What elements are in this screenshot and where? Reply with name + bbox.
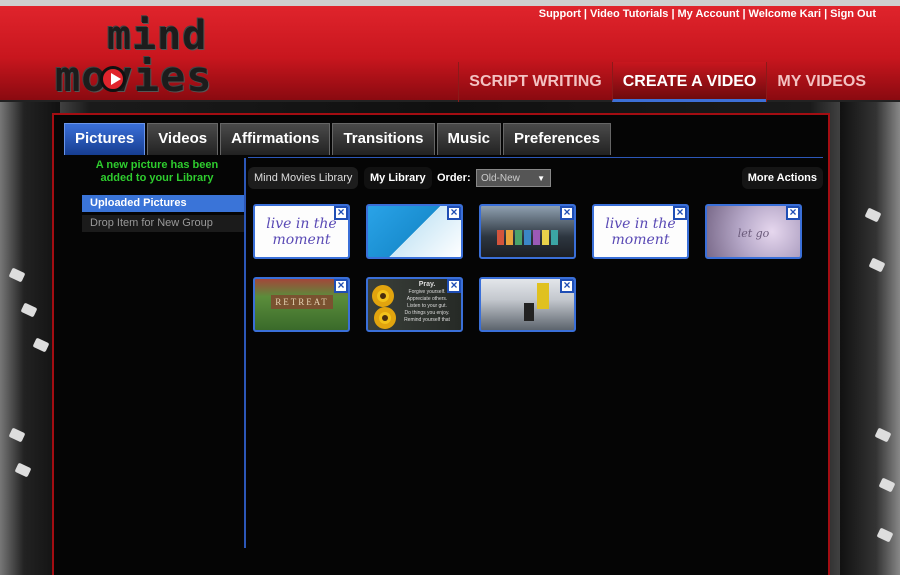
my-library-button[interactable]: My Library (364, 167, 432, 189)
more-actions-button[interactable]: More Actions (741, 167, 823, 189)
site-header: mind movies Support | Video Tutorials | My A… (0, 6, 900, 102)
video-tutorials-link[interactable]: Video Tutorials (590, 8, 668, 20)
thumbnail-let-go-hands[interactable]: let go × (705, 204, 802, 259)
thumbnail-live-in-the-moment-2[interactable]: live in the moment × (592, 204, 689, 259)
sidebar-item-uploaded-pictures[interactable]: Uploaded Pictures (82, 195, 244, 212)
tab-affirmations[interactable]: Affirmations (220, 123, 331, 155)
editor-panel: Pictures Videos Affirmations Transitions… (52, 113, 830, 575)
tab-preferences[interactable]: Preferences (503, 123, 611, 155)
delete-icon[interactable]: × (334, 279, 348, 293)
delete-icon[interactable]: × (673, 206, 687, 220)
sidebar-item-drop-new-group[interactable]: Drop Item for New Group (82, 215, 244, 232)
thumbnail-retreat-sign[interactable]: RETREAT × (253, 277, 350, 332)
delete-icon[interactable]: × (447, 206, 461, 220)
support-link[interactable]: Support (539, 8, 581, 20)
sunflower-icon (372, 285, 394, 307)
delete-icon[interactable]: × (786, 206, 800, 220)
play-icon (100, 66, 126, 92)
mind-movies-library-button[interactable]: Mind Movies Library (248, 167, 359, 189)
logo-text-mind: mind (107, 13, 208, 59)
nav-create-a-video[interactable]: CREATE A VIDEO (611, 62, 767, 102)
library-content: Mind Movies Library My Library Order: Ol… (248, 155, 823, 555)
order-select-value: Old-New (481, 173, 520, 184)
delete-icon[interactable]: × (560, 206, 574, 220)
group-sidebar: Uploaded Pictures Drop Item for New Grou… (82, 195, 244, 235)
tab-music[interactable]: Music (436, 123, 502, 155)
tab-transitions[interactable]: Transitions (332, 123, 435, 155)
film-strip-decoration-left (0, 100, 60, 575)
delete-icon[interactable]: × (447, 279, 461, 293)
thumbnail-live-in-the-moment[interactable]: live in the moment × (253, 204, 350, 259)
account-links: Support | Video Tutorials | My Account | Welco… (538, 8, 876, 20)
sidebar-divider (244, 158, 246, 548)
order-select[interactable]: Old-New ▼ (476, 169, 551, 187)
traveler-figure (537, 283, 549, 309)
suitcase-icon (524, 303, 534, 321)
mind-movies-logo[interactable]: mind movies (55, 16, 215, 98)
media-tabs: Pictures Videos Affirmations Transitions… (64, 123, 613, 155)
order-label: Order: (437, 172, 471, 184)
library-toolbar: Mind Movies Library My Library Order: Ol… (248, 167, 823, 189)
sunflower-icon (374, 307, 396, 329)
logo-text-movies: movies (55, 52, 213, 101)
content-divider (248, 157, 823, 158)
main-navigation: SCRIPT WRITING CREATE A VIDEO MY VIDEOS (458, 62, 876, 102)
delete-icon[interactable]: × (560, 279, 574, 293)
welcome-text: Welcome Kari (748, 8, 822, 20)
dropdown-arrow-icon: ▼ (537, 174, 545, 183)
thumbnail-hand-writing-pen[interactable]: × (366, 204, 463, 259)
nav-script-writing[interactable]: SCRIPT WRITING (458, 62, 611, 102)
sign-out-link[interactable]: Sign Out (830, 8, 876, 20)
film-strip-decoration-right (840, 100, 900, 575)
notification-message: A new picture has been added to your Lib… (95, 159, 219, 184)
thumbnail-text: RETREAT (271, 295, 333, 309)
thumbnail-pray-sunflowers[interactable]: Pray. Forgive yourself. Appreciate other… (366, 277, 463, 332)
delete-icon[interactable]: × (334, 206, 348, 220)
thumbnail-colorful-books[interactable]: × (479, 204, 576, 259)
nav-my-videos[interactable]: MY VIDEOS (766, 62, 876, 102)
tab-pictures[interactable]: Pictures (64, 123, 146, 155)
tab-videos[interactable]: Videos (147, 123, 219, 155)
thumbnail-airport-walkway[interactable]: × (479, 277, 576, 332)
my-account-link[interactable]: My Account (678, 8, 740, 20)
